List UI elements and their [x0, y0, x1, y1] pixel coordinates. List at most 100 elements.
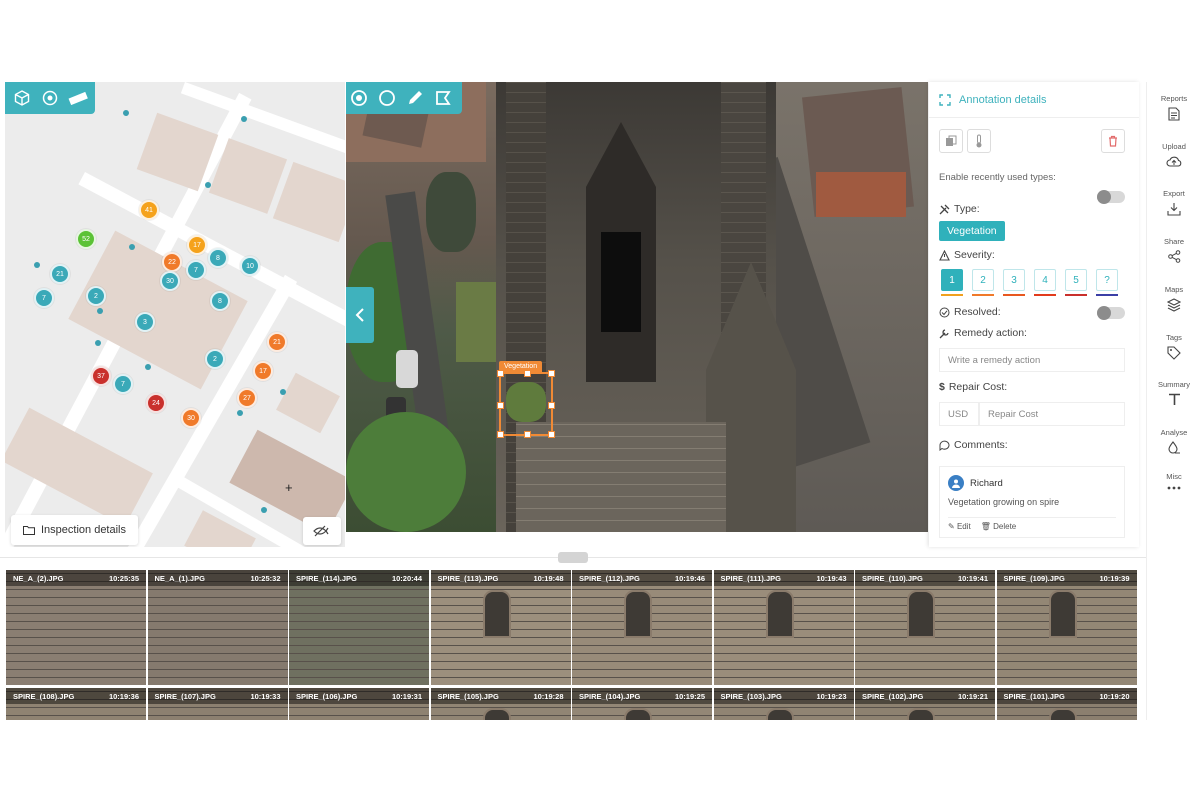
rail-item-export[interactable]: Export: [1147, 189, 1200, 216]
thumbnail-image: [147, 570, 288, 685]
rail-item-reports[interactable]: Reports: [1147, 94, 1200, 121]
inspection-details-button[interactable]: Inspection details: [11, 515, 138, 545]
thumbnail-caption: SPIRE_(105).JPG 10:19:28: [430, 688, 571, 704]
inspection-marker[interactable]: 7: [113, 374, 133, 394]
inspection-marker[interactable]: 2: [86, 286, 106, 306]
map-point[interactable]: [205, 182, 211, 188]
ruler-icon[interactable]: [67, 87, 89, 109]
map-point[interactable]: [97, 308, 103, 314]
inspection-marker[interactable]: 17: [253, 361, 273, 381]
resize-handle[interactable]: [497, 402, 504, 409]
image-thumbnail[interactable]: SPIRE_(101).JPG 10:19:20: [996, 688, 1137, 720]
inspection-marker[interactable]: 10: [240, 256, 260, 276]
edit-comment-button[interactable]: ✎ Edit: [948, 522, 971, 531]
resize-handle[interactable]: [497, 370, 504, 377]
site-map[interactable]: 41 52 22 17 30 7 8 10 21 7 2 8 3 2 21 17 37 7 24 30 27 + Ins…: [5, 82, 345, 547]
inspection-marker[interactable]: 37: [91, 366, 111, 386]
map-point[interactable]: [261, 507, 267, 513]
image-thumbnail[interactable]: NE_A_(2).JPG 10:25:35: [6, 570, 146, 685]
inspection-marker[interactable]: 27: [237, 388, 257, 408]
thermometer-button[interactable]: [967, 129, 991, 153]
inspection-marker[interactable]: 7: [34, 288, 54, 308]
inspection-marker[interactable]: 21: [50, 264, 70, 284]
inspection-marker[interactable]: 24: [146, 393, 166, 413]
rail-item-upload[interactable]: Upload: [1147, 142, 1200, 168]
inspection-marker[interactable]: 41: [139, 200, 159, 220]
image-thumbnail[interactable]: SPIRE_(113).JPG 10:19:48: [430, 570, 571, 685]
collapse-map-button[interactable]: [346, 287, 374, 343]
type-selector[interactable]: Vegetation: [939, 221, 1005, 241]
severity-option[interactable]: 4: [1034, 269, 1056, 291]
resize-handle[interactable]: [524, 370, 531, 377]
image-thumbnail[interactable]: SPIRE_(109).JPG 10:19:39: [996, 570, 1137, 685]
annotation-box[interactable]: [497, 370, 555, 438]
resize-handle[interactable]: [548, 431, 555, 438]
inspection-marker[interactable]: 30: [160, 271, 180, 291]
image-thumbnail[interactable]: NE_A_(1).JPG 10:25:32: [147, 570, 288, 685]
target-icon[interactable]: [39, 87, 61, 109]
resize-handle[interactable]: [524, 431, 531, 438]
map-point[interactable]: [129, 244, 135, 250]
image-thumbnail[interactable]: SPIRE_(107).JPG 10:19:33: [147, 688, 288, 720]
inspection-marker[interactable]: 8: [210, 291, 230, 311]
map-point[interactable]: [280, 389, 286, 395]
inspection-marker[interactable]: 22: [162, 252, 182, 272]
image-thumbnail[interactable]: SPIRE_(106).JPG 10:19:31: [289, 688, 429, 720]
inspection-marker[interactable]: 21: [267, 332, 287, 352]
map-point[interactable]: [145, 364, 151, 370]
delete-annotation-button[interactable]: [1101, 129, 1125, 153]
rail-item-maps[interactable]: Maps: [1147, 285, 1200, 312]
resize-splitter[interactable]: [558, 552, 588, 563]
expand-icon[interactable]: [939, 93, 951, 106]
severity-option[interactable]: 2: [972, 269, 994, 291]
delete-comment-button[interactable]: 🗑 Delete: [981, 522, 1017, 531]
rail-item-misc[interactable]: Misc: [1147, 472, 1200, 491]
inspection-marker[interactable]: 2: [205, 349, 225, 369]
image-thumbnail[interactable]: SPIRE_(103).JPG 10:19:23: [713, 688, 854, 720]
severity-option[interactable]: 3: [1003, 269, 1025, 291]
image-thumbnail[interactable]: SPIRE_(105).JPG 10:19:28: [430, 688, 571, 720]
inspection-marker[interactable]: 52: [76, 229, 96, 249]
resize-handle[interactable]: [548, 370, 555, 377]
severity-option[interactable]: ?: [1096, 269, 1118, 291]
inspection-marker[interactable]: 3: [135, 312, 155, 332]
remedy-input[interactable]: Write a remedy action: [939, 348, 1125, 372]
inspection-marker[interactable]: 30: [181, 408, 201, 428]
repair-cost-input[interactable]: Repair Cost: [979, 402, 1125, 426]
rail-item-analyse[interactable]: Analyse: [1147, 428, 1200, 455]
recent-types-toggle[interactable]: [1097, 190, 1125, 204]
map-point[interactable]: [237, 410, 243, 416]
photo-viewer[interactable]: Vegetation: [346, 82, 928, 532]
image-thumbnail[interactable]: SPIRE_(112).JPG 10:19:46: [572, 570, 712, 685]
map-point[interactable]: [95, 340, 101, 346]
severity-option[interactable]: 5: [1065, 269, 1087, 291]
resize-handle[interactable]: [497, 431, 504, 438]
inspection-marker[interactable]: 17: [187, 235, 207, 255]
polygon-icon[interactable]: [432, 87, 454, 109]
image-thumbnail[interactable]: SPIRE_(102).JPG 10:19:21: [855, 688, 995, 720]
toggle-visibility-button[interactable]: [303, 517, 341, 545]
image-thumbnail[interactable]: SPIRE_(108).JPG 10:19:36: [6, 688, 146, 720]
map-point[interactable]: [241, 116, 247, 122]
inspection-marker[interactable]: 7: [186, 260, 206, 280]
tower-base: [516, 422, 726, 532]
resize-handle[interactable]: [548, 402, 555, 409]
point-icon[interactable]: [348, 87, 370, 109]
inspection-marker[interactable]: 8: [208, 248, 228, 268]
currency-select[interactable]: USD: [939, 402, 979, 426]
image-thumbnail[interactable]: SPIRE_(111).JPG 10:19:43: [713, 570, 854, 685]
resolved-toggle[interactable]: [1097, 306, 1125, 320]
rail-item-tags[interactable]: Tags: [1147, 333, 1200, 360]
map-point[interactable]: [123, 110, 129, 116]
pencil-icon[interactable]: [404, 87, 426, 109]
cube-icon[interactable]: [11, 87, 33, 109]
map-point[interactable]: [34, 262, 40, 268]
image-thumbnail[interactable]: SPIRE_(110).JPG 10:19:41: [855, 570, 995, 685]
copy-button[interactable]: [939, 129, 963, 153]
image-thumbnail[interactable]: SPIRE_(114).JPG 10:20:44: [289, 570, 429, 685]
rail-item-summary[interactable]: Summary: [1147, 380, 1200, 406]
rail-item-share[interactable]: Share: [1147, 237, 1200, 263]
circle-icon[interactable]: [376, 87, 398, 109]
image-thumbnail[interactable]: SPIRE_(104).JPG 10:19:25: [572, 688, 712, 720]
severity-option[interactable]: 1: [941, 269, 963, 291]
